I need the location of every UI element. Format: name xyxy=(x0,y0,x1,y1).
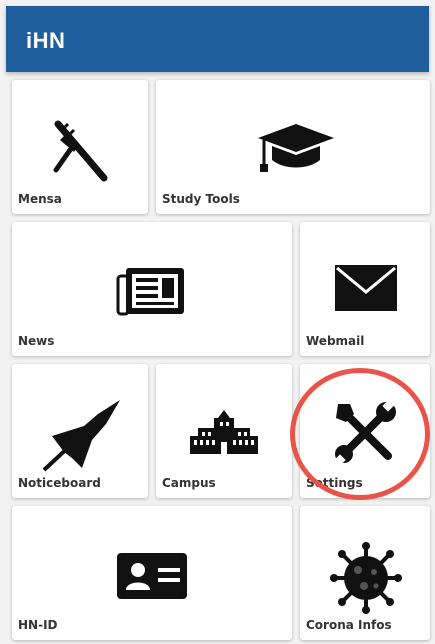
tile-label: Study Tools xyxy=(162,192,240,206)
tile-webmail[interactable]: Webmail xyxy=(300,222,430,356)
tile-label: HN-ID xyxy=(18,618,58,632)
building-icon xyxy=(190,410,258,454)
tile-label: Settings xyxy=(306,476,363,490)
tile-settings[interactable]: Settings xyxy=(300,364,430,498)
tile-label: Mensa xyxy=(18,192,62,206)
tile-label: Campus xyxy=(162,476,216,490)
tile-campus[interactable]: Campus xyxy=(156,364,292,498)
app-title: iHN xyxy=(26,28,66,53)
app-bar: iHN xyxy=(6,6,429,72)
id-card-icon xyxy=(117,553,187,599)
tile-label: Noticeboard xyxy=(18,476,101,490)
pushpin-icon xyxy=(42,400,120,472)
newspaper-icon xyxy=(116,268,184,316)
tile-hn-id[interactable]: HN-ID xyxy=(12,506,292,640)
tile-label: Corona Infos xyxy=(306,618,392,632)
tile-label: Webmail xyxy=(306,334,365,348)
graduation-cap-icon xyxy=(258,124,334,172)
tile-mensa[interactable]: Mensa xyxy=(12,80,148,214)
tile-corona-infos[interactable]: Corona Infos xyxy=(300,506,430,640)
tools-icon xyxy=(332,400,396,466)
tile-study-tools[interactable]: Study Tools xyxy=(156,80,430,214)
tile-news[interactable]: News xyxy=(12,222,292,356)
cutlery-icon xyxy=(53,120,108,182)
virus-icon xyxy=(330,542,402,614)
tile-label: News xyxy=(18,334,55,348)
tile-noticeboard[interactable]: Noticeboard xyxy=(12,364,148,498)
envelope-icon xyxy=(335,265,397,311)
